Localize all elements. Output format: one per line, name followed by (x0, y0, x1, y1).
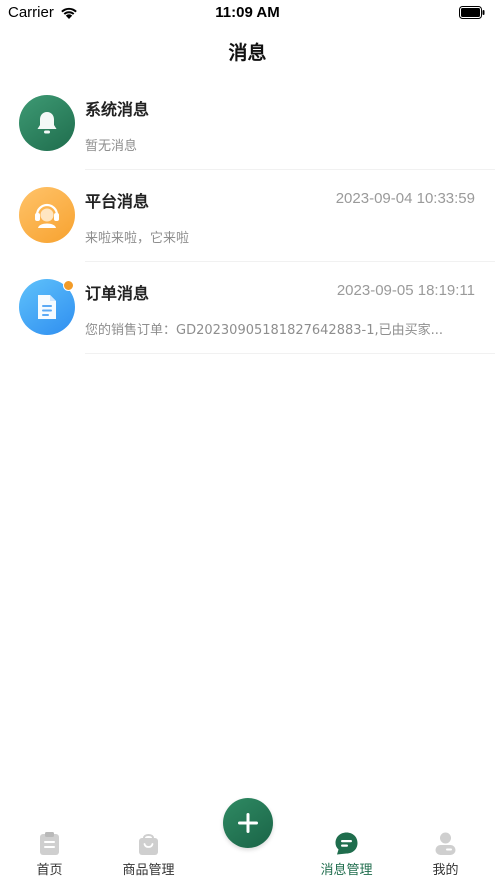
tab-messages[interactable]: 消息管理 (297, 816, 396, 881)
platform-message-avatar (19, 187, 75, 243)
message-time: 2023-09-05 18:19:11 (336, 282, 475, 299)
tab-label: 消息管理 (320, 863, 373, 878)
message-preview: 暂无消息 (85, 139, 138, 154)
messages-screen: Carrier 11:09 AM 消息 系统消息 暂无消息 平台消息 2023-… (0, 0, 495, 881)
message-item-system[interactable]: 系统消息 暂无消息 (0, 78, 495, 170)
system-message-avatar (19, 95, 75, 151)
tab-home[interactable]: 首页 (0, 816, 99, 881)
tab-label: 首页 (36, 863, 63, 878)
order-message-avatar (19, 279, 75, 335)
message-title: 平台消息 (85, 192, 150, 211)
user-icon (435, 832, 456, 855)
message-preview: 您的销售订单：GD2023090518182764288­3-1,已由买家... (85, 323, 443, 338)
customer-service-icon (35, 203, 59, 228)
battery-icon (459, 6, 485, 19)
tab-label: 我的 (432, 863, 459, 878)
unread-badge (63, 280, 74, 291)
message-item-platform[interactable]: 平台消息 2023-09-04 10:33:59 来啦来啦，它来啦 (0, 170, 495, 262)
document-icon (38, 295, 56, 319)
shopping-bag-icon (139, 834, 158, 855)
chat-bubble-icon (335, 832, 358, 855)
bell-icon (37, 112, 57, 134)
status-time: 11:09 AM (215, 4, 280, 21)
page-title: 消息 (228, 42, 267, 64)
tab-profile[interactable]: 我的 (396, 816, 495, 881)
message-time: 2023-09-04 10:33:59 (335, 190, 475, 207)
add-button[interactable] (223, 798, 273, 848)
message-title: 系统消息 (85, 100, 150, 119)
message-title: 订单消息 (85, 284, 150, 303)
plus-icon (238, 813, 258, 833)
message-list: 系统消息 暂无消息 平台消息 2023-09-04 10:33:59 来啦来啦，… (0, 78, 495, 354)
clipboard-icon (40, 832, 59, 855)
divider (85, 353, 495, 354)
message-preview: 来啦来啦，它来啦 (85, 231, 190, 246)
tab-label: 商品管理 (122, 863, 175, 878)
tab-products[interactable]: 商品管理 (99, 816, 198, 881)
status-bar: Carrier 11:09 AM (0, 0, 495, 26)
message-item-order[interactable]: 订单消息 2023-09-05 18:19:11 您的销售订单：GD202309… (0, 262, 495, 354)
